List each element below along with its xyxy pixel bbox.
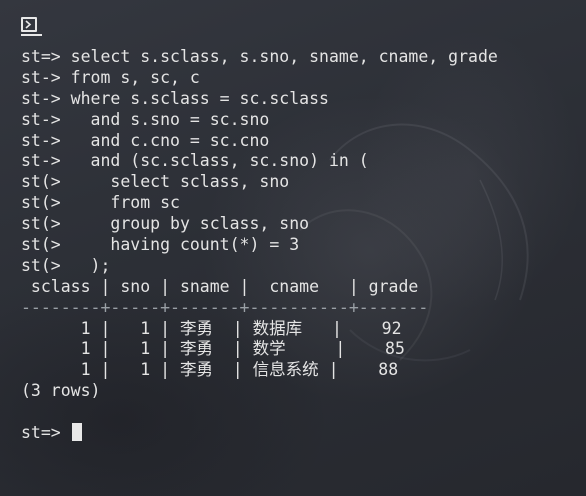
command-line: st=> select s.sclass, s.sno, sname, cnam… xyxy=(21,47,498,66)
result-separator: --------+-----+-------+----------+------… xyxy=(21,297,429,317)
command-line: st-> and s.sno = sc.sno xyxy=(21,109,270,129)
command-line: st(> select sclass, sno xyxy=(21,172,290,192)
command-line: st(> from sc xyxy=(21,193,180,213)
result-row: 1 | 1 | 李勇 | 信息系统 | 88 xyxy=(21,360,399,380)
command-line: st-> from s, sc, c xyxy=(21,67,200,87)
terminal-window[interactable]: st=> select s.sclass, s.sno, sname, cnam… xyxy=(0,0,586,496)
command-line: st-> and c.cno = sc.cno xyxy=(21,130,270,150)
prompt-line[interactable]: st=> xyxy=(21,423,586,444)
row-count: (3 rows) xyxy=(21,381,101,401)
command-line: st(> group by sclass, sno xyxy=(21,214,310,234)
command-line: st(> having count(*) = 3 xyxy=(21,235,300,255)
terminal-toolbar xyxy=(0,0,586,44)
text-cursor xyxy=(71,423,82,442)
result-header: sclass | sno | sname | cname | grade xyxy=(21,276,429,296)
result-row: 1 | 1 | 李勇 | 数据库 | 92 xyxy=(21,318,402,338)
prompt-text: st=> xyxy=(21,423,71,443)
terminal-output[interactable]: st=> select s.sclass, s.sno, sname, cnam… xyxy=(21,47,586,444)
terminal-icon-underline xyxy=(21,34,42,36)
command-line: st-> where s.sclass = sc.sclass xyxy=(21,88,329,108)
result-row: 1 | 1 | 李勇 | 数学 | 85 xyxy=(21,339,405,359)
command-line: st(> ); xyxy=(21,255,111,275)
terminal-icon[interactable] xyxy=(21,17,37,32)
command-line: st-> and (sc.sclass, sc.sno) in ( xyxy=(21,151,369,171)
